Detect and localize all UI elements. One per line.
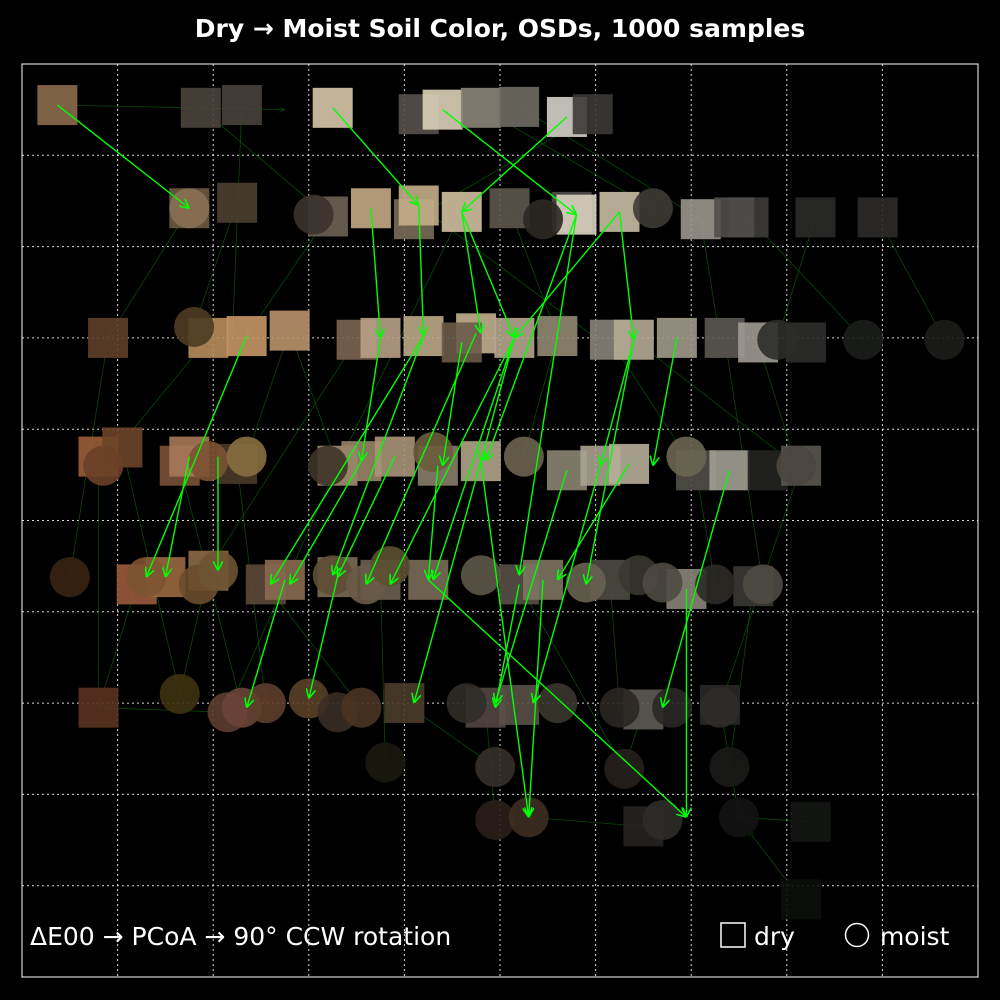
moist-circle (604, 748, 645, 789)
moist-circle (537, 683, 578, 724)
moist-circle (709, 747, 750, 788)
dry-square (790, 801, 831, 842)
legend-moist-label: moist (879, 922, 950, 951)
moist-circle (599, 687, 640, 728)
moist-circle (699, 687, 740, 728)
dry-square (499, 86, 540, 127)
dry-square (221, 85, 262, 126)
legend-dry: dry (720, 922, 795, 951)
moist-circle (365, 742, 406, 783)
moist-circle (159, 673, 200, 714)
dry-square (217, 182, 258, 223)
dry-square (422, 89, 463, 130)
moist-circle (446, 683, 487, 724)
moist-circle (341, 687, 382, 728)
moist-circle (757, 319, 798, 360)
dry-square (857, 197, 898, 238)
dry-square (499, 684, 540, 725)
moist-circle (475, 747, 516, 788)
moist-circle (666, 436, 707, 477)
dry-square (795, 197, 836, 238)
legend-moist: moist (844, 922, 949, 951)
method-caption: ΔE00 → PCoA → 90° CCW rotation (30, 922, 452, 951)
dry-square (88, 317, 129, 358)
moist-circle (226, 436, 267, 477)
moist-circle (742, 564, 783, 605)
moist-circle (307, 445, 348, 486)
moist-circle (776, 445, 817, 486)
moist-circle (719, 797, 759, 838)
moist-circle (174, 306, 215, 347)
dry-square (714, 197, 755, 238)
moist-circle (632, 188, 673, 229)
moist-circle (49, 557, 90, 598)
scatter-plot (21, 63, 979, 978)
moist-circle (642, 799, 683, 840)
dry-square (269, 310, 310, 351)
dry-square (572, 94, 613, 135)
moist-circle (293, 194, 334, 235)
legend-dry-label: dry (753, 922, 795, 951)
dry-square (78, 687, 119, 728)
moist-circle (523, 199, 564, 240)
moist-circle (83, 445, 124, 486)
legend-square-icon (720, 922, 746, 951)
dry-square (781, 879, 822, 920)
moist-circle (924, 319, 965, 360)
moist-circle (370, 546, 411, 587)
moist-circle (843, 319, 884, 360)
dry-square (460, 87, 501, 128)
legend-circle-icon (844, 922, 872, 951)
dry-square (180, 87, 221, 128)
moist-circle (642, 562, 683, 603)
